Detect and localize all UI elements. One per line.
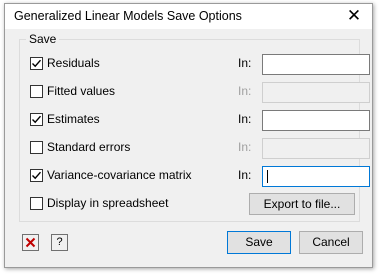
cancel-button[interactable]: Cancel <box>299 231 363 254</box>
vcov-label: Variance-covariance matrix <box>47 168 192 182</box>
help-button[interactable]: ? <box>51 234 68 251</box>
dialog-window: Generalized Linear Models Save Options ✕… <box>4 3 373 268</box>
close-icon[interactable]: ✕ <box>345 7 363 25</box>
estimates-input[interactable] <box>262 110 370 131</box>
vcov-in-label: In: <box>238 168 252 182</box>
display-spreadsheet-checkbox[interactable] <box>30 197 43 210</box>
residuals-input[interactable] <box>262 54 370 75</box>
fitted-values-label: Fitted values <box>47 84 116 98</box>
save-group: Save Residuals In: Fitted values In: Est… <box>19 32 370 222</box>
display-spreadsheet-row: Display in spreadsheet <box>30 196 230 212</box>
question-mark-icon: ? <box>56 236 63 248</box>
standard-errors-label: Standard errors <box>47 140 131 154</box>
standard-errors-input <box>262 138 370 159</box>
vcov-checkbox[interactable] <box>30 169 43 182</box>
save-group-legend: Save <box>26 32 60 46</box>
fitted-values-checkbox[interactable] <box>30 85 43 98</box>
display-spreadsheet-label: Display in spreadsheet <box>47 196 169 210</box>
standard-errors-in-label: In: <box>238 140 252 154</box>
export-to-file-button[interactable]: Export to file... <box>249 193 355 215</box>
fitted-values-input <box>262 82 370 103</box>
estimates-checkbox[interactable] <box>30 113 43 126</box>
standard-errors-checkbox[interactable] <box>30 141 43 154</box>
text-caret <box>267 170 268 183</box>
residuals-in-label: In: <box>238 56 252 70</box>
save-button[interactable]: Save <box>227 231 291 254</box>
vcov-input[interactable] <box>262 166 370 187</box>
check-icon <box>32 171 42 180</box>
residuals-label: Residuals <box>47 56 100 70</box>
red-x-icon <box>25 237 36 248</box>
check-icon <box>32 59 42 68</box>
dialog-title: Generalized Linear Models Save Options <box>14 9 242 23</box>
residuals-checkbox[interactable] <box>30 57 43 70</box>
title-bar: Generalized Linear Models Save Options ✕ <box>5 4 372 29</box>
estimates-label: Estimates <box>47 112 100 126</box>
clear-button[interactable] <box>22 234 39 251</box>
check-icon <box>32 115 42 124</box>
estimates-in-label: In: <box>238 112 252 126</box>
fitted-values-in-label: In: <box>238 84 252 98</box>
